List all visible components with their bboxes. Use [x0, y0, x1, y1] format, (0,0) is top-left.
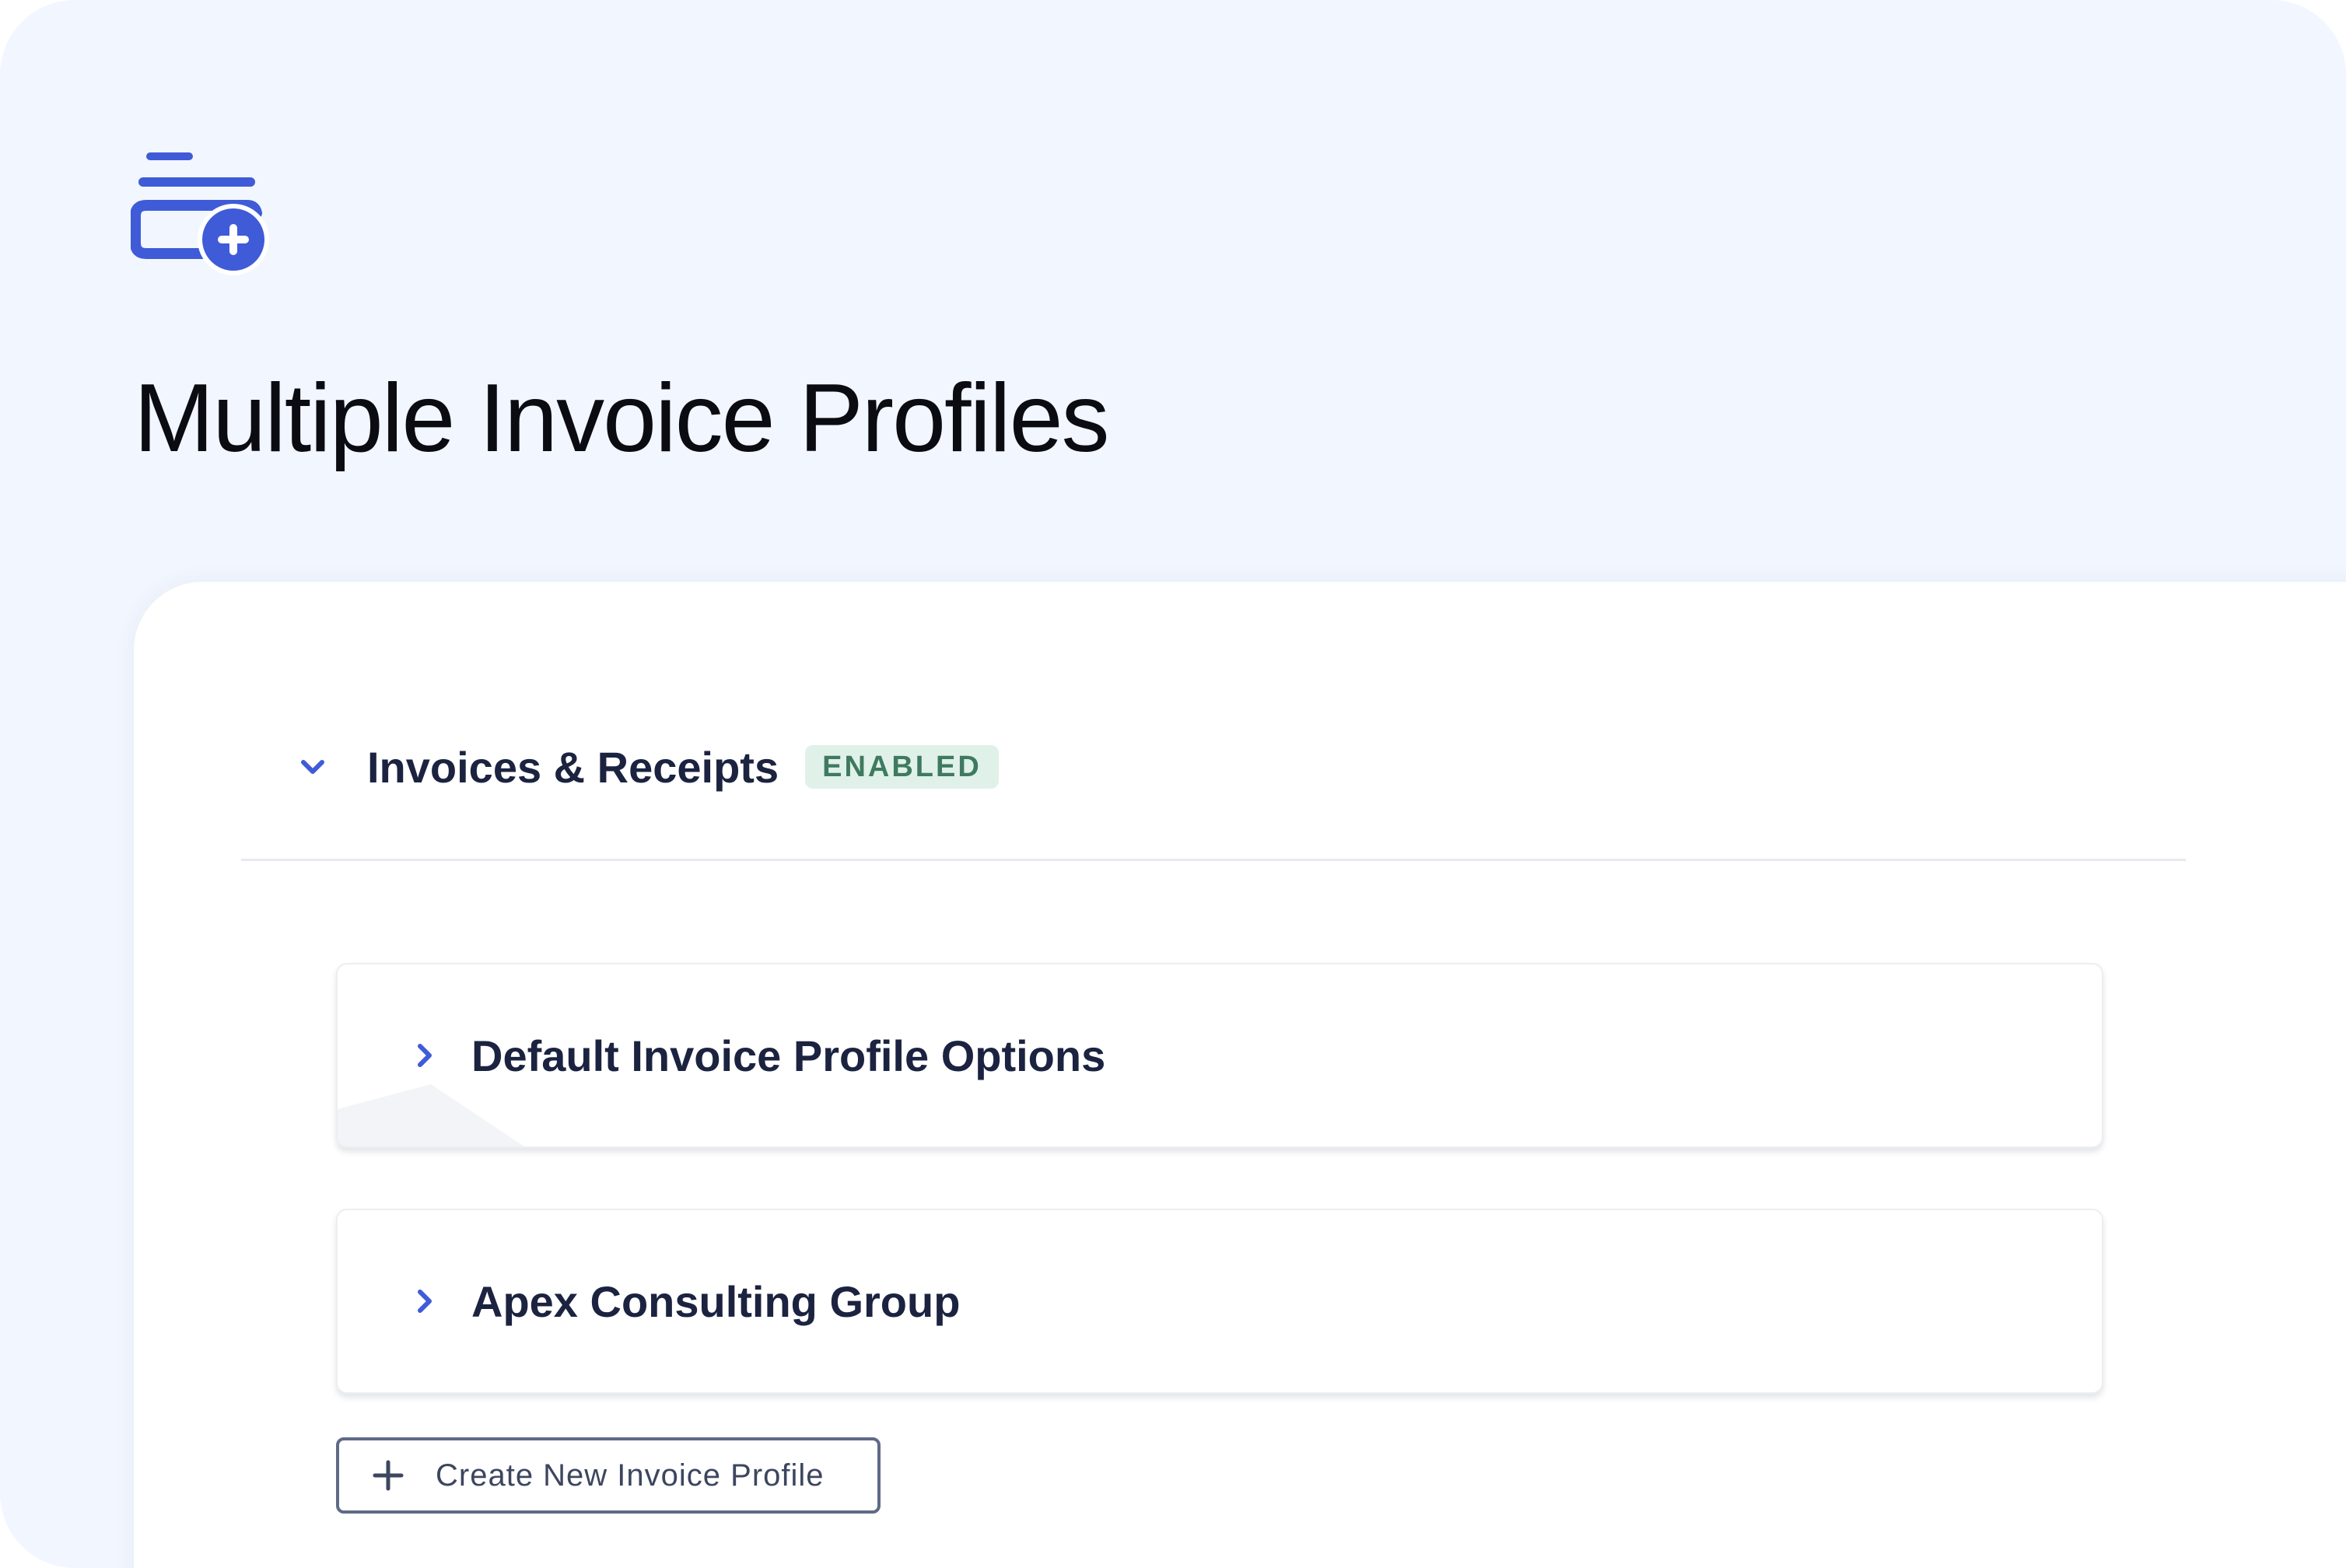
chevron-right-icon[interactable] — [409, 1286, 440, 1317]
card-row[interactable]: Default Invoice Profile Options — [409, 964, 1105, 1146]
status-badge: ENABLED — [805, 745, 999, 789]
profile-title: Apex Consulting Group — [471, 1276, 961, 1326]
create-invoice-profile-button[interactable]: Create New Invoice Profile — [336, 1437, 881, 1514]
settings-panel: Invoices & Receipts ENABLED Default Invo… — [134, 582, 2346, 1568]
invoice-list-add-icon — [130, 145, 271, 277]
section-title: Invoices & Receipts — [367, 742, 779, 792]
chevron-right-icon[interactable] — [409, 1040, 440, 1071]
invoice-profile-card[interactable]: Apex Consulting Group — [336, 1209, 2103, 1394]
profile-title: Default Invoice Profile Options — [471, 1031, 1106, 1080]
section-divider — [241, 859, 2186, 861]
invoice-profile-card[interactable]: Default Invoice Profile Options — [336, 963, 2103, 1148]
plus-icon — [372, 1459, 404, 1492]
app-frame: Multiple Invoice Profiles Invoices & Rec… — [0, 0, 2346, 1568]
create-button-label: Create New Invoice Profile — [436, 1458, 825, 1493]
page-title: Multiple Invoice Profiles — [134, 365, 1110, 472]
card-row[interactable]: Apex Consulting Group — [409, 1210, 960, 1392]
section-header-invoices-receipts[interactable]: Invoices & Receipts ENABLED — [297, 736, 999, 798]
chevron-down-icon[interactable] — [297, 751, 328, 782]
